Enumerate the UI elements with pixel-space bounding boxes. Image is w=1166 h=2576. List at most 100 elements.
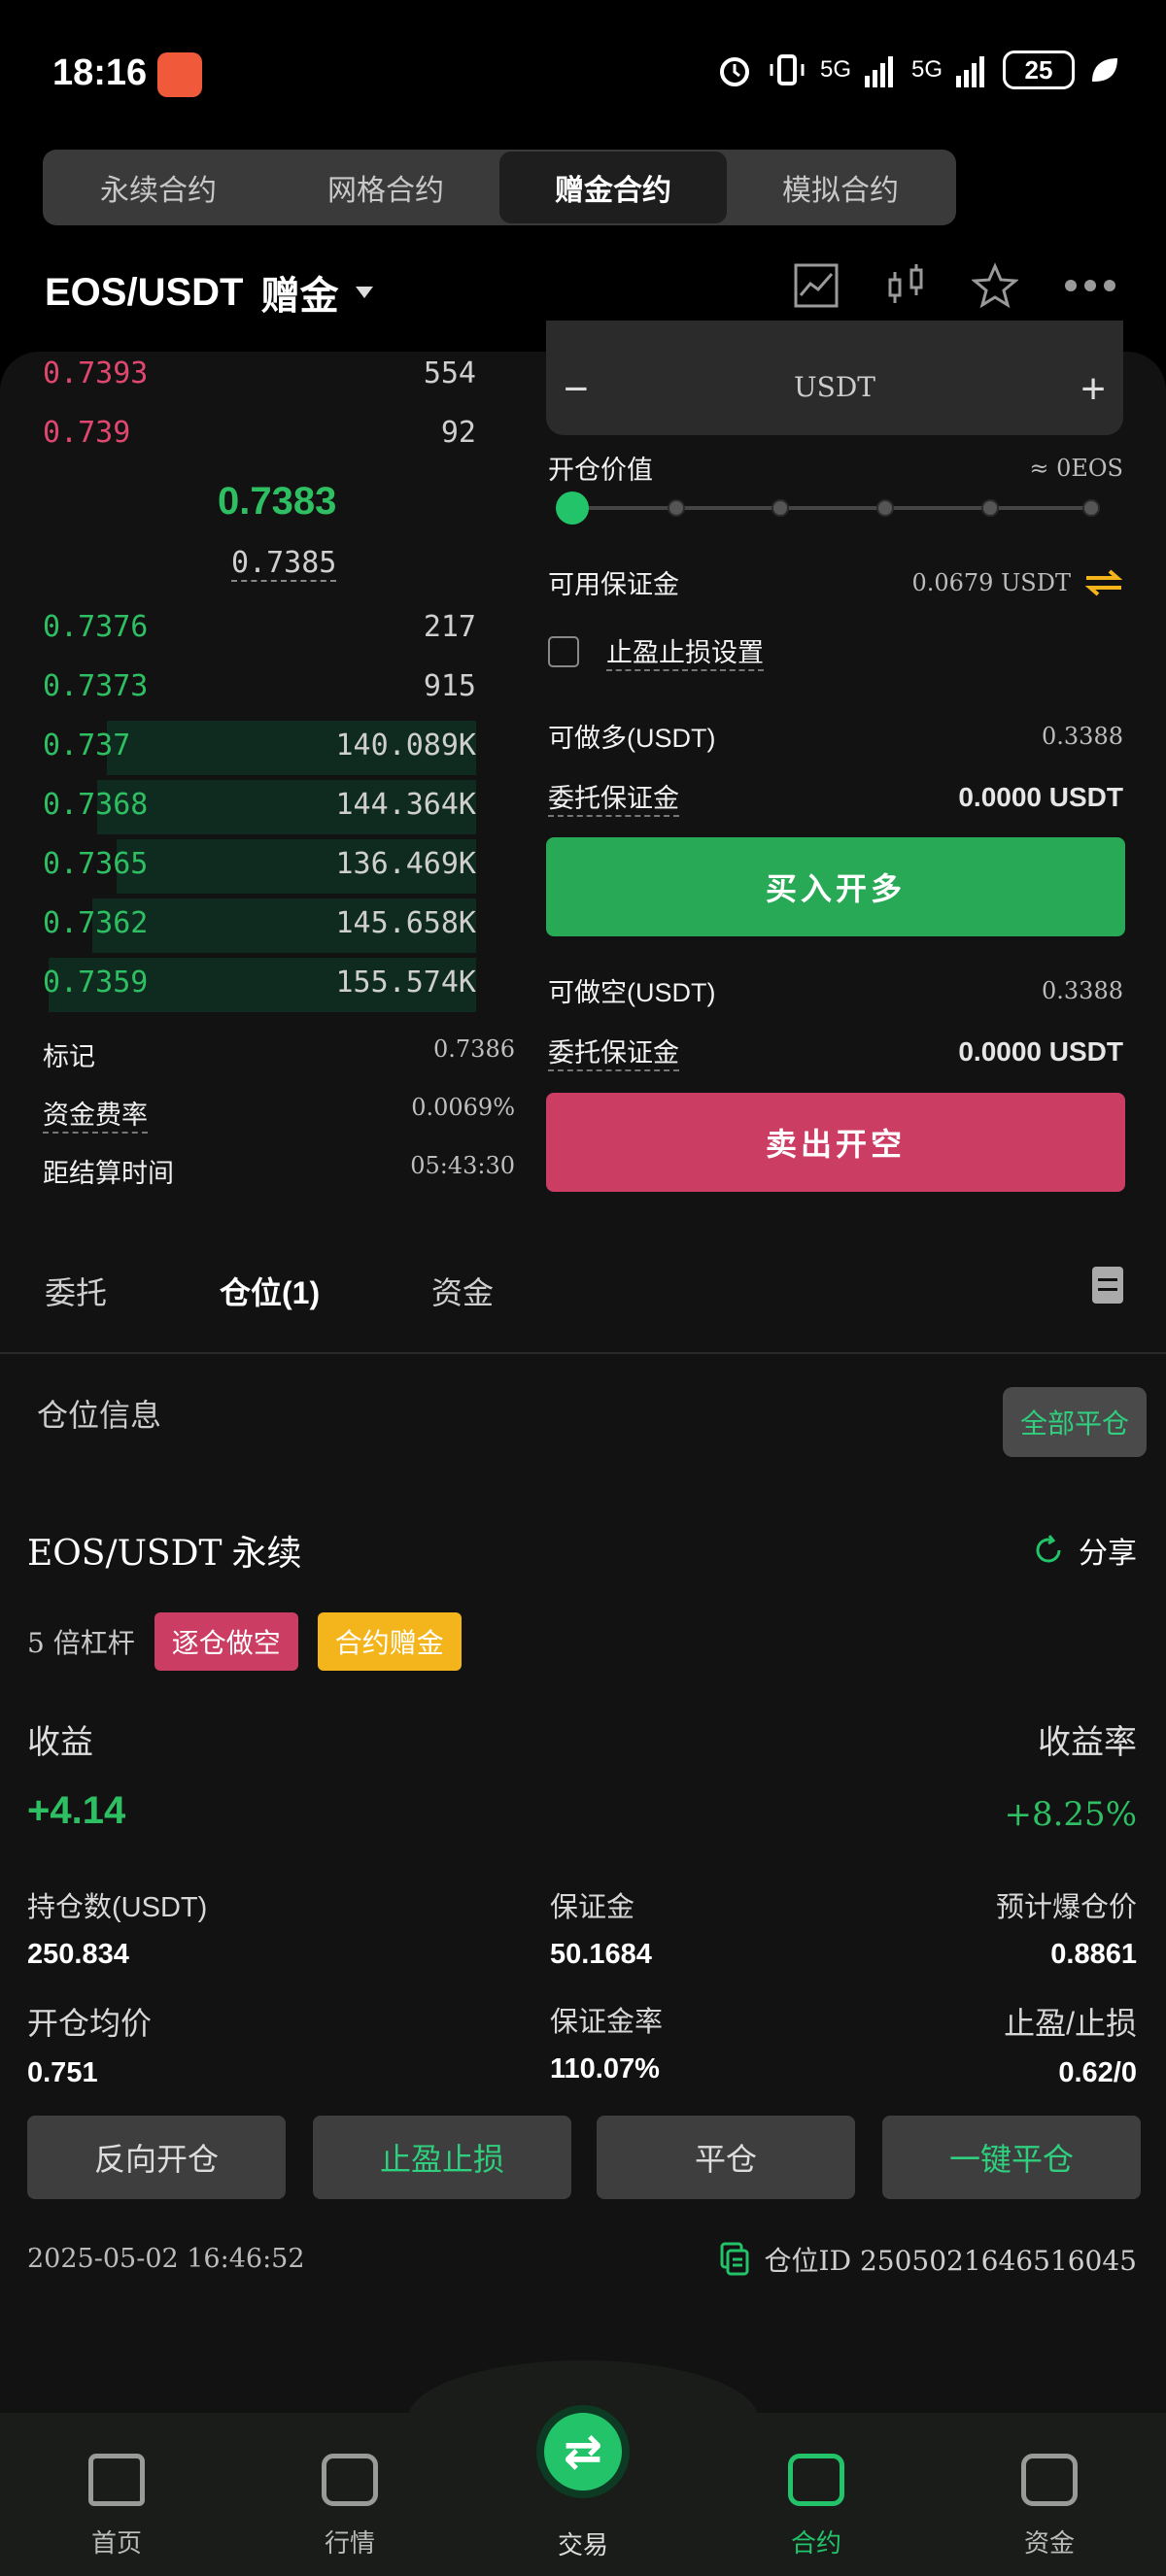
- long-max-value: 0.3388: [1042, 722, 1123, 750]
- margin-cell: 保证金 50.1684: [550, 1884, 652, 1971]
- pair-selector[interactable]: EOS/USDT 赠金: [45, 264, 374, 321]
- reverse-open-button[interactable]: 反向开仓: [27, 2116, 286, 2199]
- entry-price-cell: 开仓均价 0.751: [27, 1999, 152, 2089]
- increase-button[interactable]: +: [1080, 365, 1106, 414]
- tab-demo-contract[interactable]: 模拟合约: [727, 152, 954, 223]
- bid-price: 0.7365: [43, 846, 149, 881]
- entry-value: 0.751: [27, 2057, 98, 2088]
- nav-trade-label[interactable]: 交易: [525, 2525, 641, 2561]
- status-icons: 5G 5G 25: [715, 51, 1119, 89]
- tpsl-button[interactable]: 止盈止损: [313, 2116, 571, 2199]
- bid-qty: 155.574K: [335, 965, 477, 1000]
- mode-badge: 逐仓做空: [154, 1612, 298, 1671]
- tab-grid-contract[interactable]: 网格合约: [272, 152, 499, 223]
- swap-icon[interactable]: ⇄: [536, 2405, 630, 2498]
- close-all-button[interactable]: 全部平仓: [1003, 1387, 1147, 1457]
- ask-row[interactable]: 0.7393 554: [43, 345, 476, 401]
- signal-5g-label-2: 5G: [910, 56, 943, 83]
- slider-step[interactable]: [981, 499, 999, 517]
- close-position-button[interactable]: 平仓: [597, 2116, 855, 2199]
- bid-row[interactable]: 0.7368 144.364K: [43, 776, 477, 834]
- tab-bonus-contract[interactable]: 赠金合约: [499, 152, 727, 223]
- bid-qty: 140.089K: [335, 728, 477, 763]
- nav-home[interactable]: 首页: [58, 2454, 175, 2559]
- bid-row[interactable]: 0.7373 915: [43, 658, 476, 714]
- ask-qty: 92: [440, 415, 476, 450]
- leverage-slider[interactable]: [556, 491, 1100, 525]
- bid-row[interactable]: 0.7376 217: [43, 598, 476, 655]
- position-pair: EOS/USDT 永续: [27, 1525, 302, 1576]
- tab-funds[interactable]: 资金: [431, 1269, 494, 1313]
- funding-rate-row: 资金费率 0.0069%: [43, 1094, 515, 1134]
- slider-step[interactable]: [1082, 499, 1100, 517]
- pnl-value: +4.14: [27, 1789, 126, 1832]
- position-tags: 5 倍杠杆 逐仓做空 合约赠金: [27, 1612, 462, 1671]
- copy-icon[interactable]: [718, 2242, 751, 2277]
- tpsl-setting-label[interactable]: 止盈止损设置: [606, 631, 764, 671]
- amount-input[interactable]: − USDT +: [546, 321, 1123, 435]
- tab-perpetual-contract[interactable]: 永续合约: [45, 152, 272, 223]
- quick-close-button[interactable]: 一键平仓: [882, 2116, 1141, 2199]
- candlestick-icon[interactable]: [884, 262, 927, 309]
- nav-market-label: 行情: [324, 2528, 375, 2558]
- bid-qty: 144.364K: [335, 787, 477, 822]
- ask-price: 0.7393: [43, 356, 149, 390]
- long-max-label: 可做多(USDT): [548, 724, 716, 753]
- star-icon[interactable]: [972, 262, 1018, 309]
- long-margin-label[interactable]: 委托保证金: [548, 777, 679, 817]
- bid-price: 0.7368: [43, 787, 149, 822]
- slider-step[interactable]: [876, 499, 894, 517]
- battery-indicator: 25: [1003, 51, 1075, 89]
- tab-orders[interactable]: 委托: [45, 1269, 107, 1313]
- signal-icon-2: [956, 56, 984, 87]
- alarm-icon: [719, 57, 749, 86]
- bid-price: 0.7376: [43, 609, 149, 644]
- bid-row[interactable]: 0.7362 145.658K: [43, 895, 476, 953]
- slider-knob[interactable]: [556, 491, 589, 525]
- tpsl-checkbox[interactable]: [548, 635, 579, 667]
- mark-label: 标记: [43, 1042, 95, 1071]
- entry-label: 开仓均价: [27, 2006, 153, 2041]
- more-icon[interactable]: [1063, 278, 1117, 293]
- tpsl-value: 0.62/0: [1058, 2057, 1137, 2088]
- sell-short-button[interactable]: 卖出开空: [546, 1093, 1125, 1192]
- long-margin-value: 0.0000 USDT: [958, 781, 1123, 812]
- short-margin-label[interactable]: 委托保证金: [548, 1032, 679, 1071]
- mark-price: 0.7385: [231, 546, 337, 582]
- nav-market[interactable]: 行情: [292, 2454, 408, 2559]
- tpsl-cell: 止盈/止损 0.62/0: [1004, 1999, 1137, 2089]
- refresh-icon: [1036, 1535, 1061, 1563]
- transfer-icon[interactable]: [1084, 568, 1123, 597]
- nav-wallet[interactable]: 资金: [991, 2454, 1108, 2559]
- slider-track: [569, 506, 1086, 510]
- list-icon[interactable]: [1092, 1267, 1123, 1304]
- margin-ratio-cell: 保证金率 110.07%: [550, 1999, 663, 2085]
- chart-icon[interactable]: [793, 262, 840, 309]
- position-id-row[interactable]: 仓位ID 2505021646516045: [718, 2240, 1137, 2279]
- funding-label[interactable]: 资金费率: [43, 1094, 148, 1134]
- amount-unit: USDT: [794, 371, 875, 403]
- slider-step[interactable]: [772, 499, 789, 517]
- position-tabs: 委托 仓位(1) 资金: [0, 1253, 1166, 1354]
- position-time: 2025-05-02 16:46:52: [27, 2244, 305, 2274]
- slider-step[interactable]: [668, 499, 685, 517]
- market-icon: [322, 2454, 378, 2506]
- roe-value: +8.25%: [1004, 1795, 1138, 1834]
- vibrate-icon: [770, 54, 805, 85]
- tpsl-setting-row[interactable]: 止盈止损设置: [548, 631, 1123, 671]
- contract-icon: [788, 2454, 844, 2506]
- buy-long-button[interactable]: 买入开多: [546, 837, 1125, 936]
- bid-row[interactable]: 0.737 140.089K: [43, 717, 477, 775]
- leaf-icon: [1092, 58, 1117, 82]
- margin-ratio-label: 保证金率: [550, 2007, 664, 2038]
- ask-row[interactable]: 0.739 92: [43, 404, 476, 460]
- bid-row[interactable]: 0.7359 155.574K: [43, 954, 477, 1012]
- settle-value: 05:43:30: [410, 1152, 515, 1179]
- bid-row[interactable]: 0.7365 136.469K: [43, 835, 476, 894]
- share-button[interactable]: 分享: [1032, 1529, 1137, 1572]
- funding-value: 0.0069%: [411, 1094, 515, 1121]
- tab-positions[interactable]: 仓位(1): [220, 1269, 320, 1313]
- nav-contract[interactable]: 合约: [758, 2454, 874, 2559]
- position-pair-name: EOS/USDT: [27, 1534, 223, 1574]
- bid-price: 0.7373: [43, 668, 149, 703]
